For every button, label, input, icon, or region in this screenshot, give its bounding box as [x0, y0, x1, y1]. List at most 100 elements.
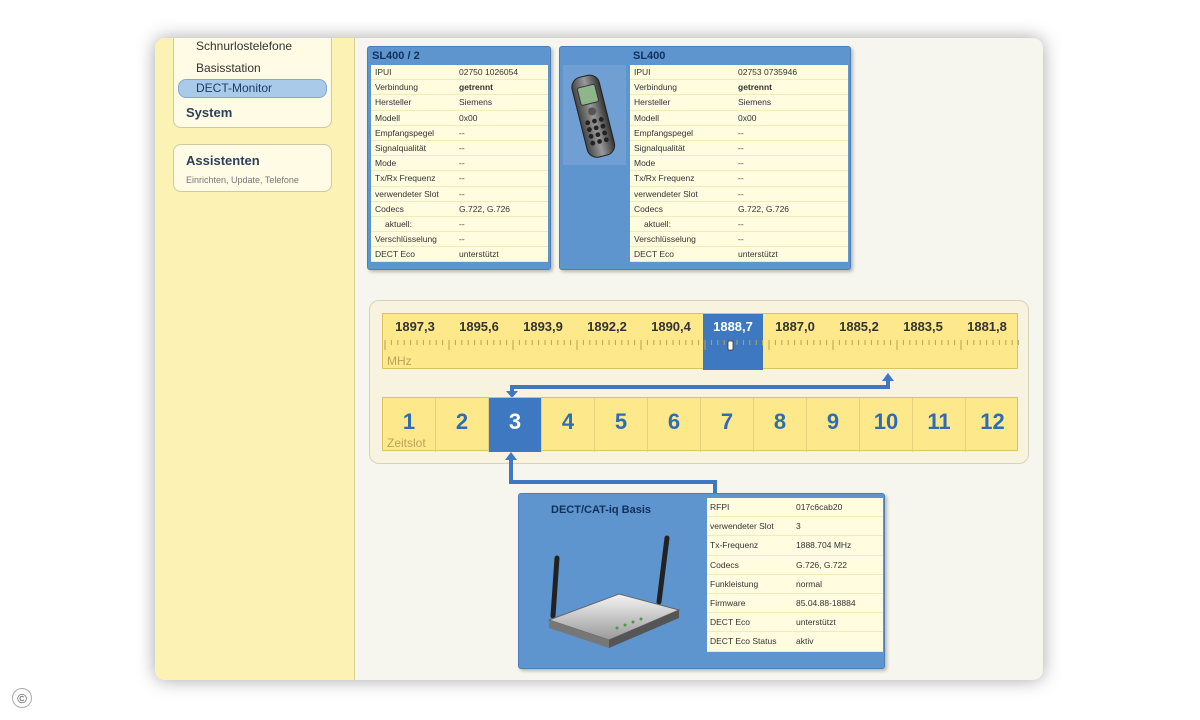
- info-key: Funkleistung: [710, 578, 759, 589]
- info-value: unterstützt: [796, 617, 836, 628]
- handset-title: SL400: [633, 50, 666, 62]
- info-row: Empfangspegel --: [371, 126, 548, 141]
- timeslot-cell: 9: [807, 398, 860, 452]
- handset-info-table: IPUI 02753 0735946 Verbindung getrennt Her…: [630, 65, 848, 263]
- info-key: Signalqualität: [634, 142, 686, 153]
- info-key: DECT Eco Status: [710, 636, 777, 647]
- sidebar-item-system[interactable]: System: [186, 105, 232, 120]
- dect-monitor-panel: 1897,3 1895,6 1893,9 1892,2 1890,4 1888,…: [369, 300, 1029, 464]
- info-value: 0x00: [459, 112, 478, 123]
- info-row: Mode --: [371, 156, 548, 172]
- info-row: Modell 0x00: [371, 111, 548, 126]
- info-value: G.722, G.726: [738, 203, 790, 214]
- handset-image: [563, 65, 626, 165]
- arrow-up-icon: [505, 452, 517, 460]
- info-key: aktuell:: [385, 218, 412, 229]
- info-value: getrennt: [738, 82, 772, 93]
- info-row: Empfangspegel --: [630, 126, 848, 141]
- assistants-box[interactable]: Assistenten Einrichten, Update, Telefone: [173, 144, 332, 192]
- info-value: G.722, G.726: [459, 203, 511, 214]
- router-icon: [547, 535, 681, 648]
- sidebar-item-dect-monitor[interactable]: DECT-Monitor: [178, 79, 327, 98]
- info-row: DECT Eco unterstützt: [707, 613, 883, 633]
- info-key: Verbindung: [634, 82, 678, 93]
- info-row: Hersteller Siemens: [630, 95, 848, 111]
- handset-info-table: IPUI 02750 1026054 Verbindung getrennt Her…: [371, 65, 548, 263]
- info-row: DECT Eco Status aktiv: [707, 632, 883, 652]
- info-row: Verschlüsselung --: [371, 232, 548, 248]
- info-key: IPUI: [634, 67, 651, 77]
- info-key: RFPI: [710, 502, 730, 512]
- info-row: Modell 0x00: [630, 111, 848, 126]
- info-key: Codecs: [375, 203, 404, 214]
- app-window: Schnurlostelefone Basisstation DECT-Moni…: [155, 38, 1043, 680]
- info-value: --: [459, 158, 465, 169]
- info-key: Verschlüsselung: [634, 234, 696, 245]
- info-key: aktuell:: [644, 218, 671, 229]
- info-key: Empfangspegel: [375, 127, 435, 138]
- timeslot-cell: 7: [701, 398, 754, 452]
- info-value: Siemens: [738, 97, 772, 108]
- info-row: Tx-Frequenz 1888.704 MHz: [707, 536, 883, 556]
- info-row: Hersteller Siemens: [371, 95, 548, 111]
- info-row: Verbindung getrennt: [630, 80, 848, 96]
- info-key: Firmware: [710, 597, 746, 608]
- base-station-panel: DECT/CAT-iq Basis RFPI 017c6cab20 verwen…: [518, 493, 885, 669]
- handset-panel-sl400-2: SL400 / 2 IPUI 02750 1026054 Verbindung ge…: [367, 46, 551, 270]
- assistants-title[interactable]: Assistenten: [186, 153, 260, 168]
- sidebar-item-schnurlostelefone[interactable]: Schnurlostelefone: [196, 39, 292, 53]
- info-row: verwendeter Slot --: [630, 187, 848, 202]
- info-row: Mode --: [630, 156, 848, 172]
- info-key: Tx/Rx Frequenz: [634, 173, 695, 184]
- info-key: Modell: [634, 112, 660, 123]
- info-value: --: [459, 127, 465, 138]
- info-key: Tx-Frequenz: [710, 540, 759, 551]
- info-value: --: [459, 218, 465, 229]
- info-key: DECT Eco: [375, 249, 415, 260]
- info-row: IPUI 02753 0735946: [630, 65, 848, 81]
- handset-panel-sl400: SL400 IPUI 02753 0735946 Verbindung getren…: [559, 46, 851, 270]
- info-row: Funkleistung normal: [707, 575, 883, 594]
- info-value: --: [738, 158, 744, 169]
- timeslot-cell: 8: [754, 398, 807, 452]
- info-row: Signalqualität --: [371, 141, 548, 157]
- info-row: DECT Eco unterstützt: [371, 247, 548, 263]
- info-value: --: [459, 142, 465, 153]
- timeslot-cell: 10: [860, 398, 913, 452]
- info-key: Signalqualität: [375, 142, 427, 153]
- info-value: --: [738, 127, 744, 138]
- base-station-title: DECT/CAT-iq Basis: [551, 504, 652, 516]
- info-key: IPUI: [375, 67, 392, 77]
- info-key: verwendeter Slot: [710, 521, 774, 532]
- timeslot-cell: 4: [542, 398, 595, 452]
- sidebar: Schnurlostelefone Basisstation DECT-Moni…: [155, 38, 355, 680]
- info-value: 0x00: [738, 112, 757, 123]
- slot-base-connector: [505, 452, 717, 494]
- copyright-icon: ©: [12, 688, 32, 708]
- info-key: Hersteller: [634, 97, 671, 108]
- info-row: Tx/Rx Frequenz --: [630, 171, 848, 187]
- info-key: Codecs: [710, 559, 739, 570]
- info-value: 3: [796, 521, 801, 532]
- info-row: Codecs G.722, G.726: [630, 202, 848, 217]
- sidebar-item-basisstation[interactable]: Basisstation: [196, 61, 261, 75]
- info-value: --: [738, 234, 744, 245]
- info-key: verwendeter Slot: [375, 188, 439, 199]
- info-row: RFPI 017c6cab20: [707, 498, 883, 518]
- info-row: DECT Eco unterstützt: [630, 247, 848, 263]
- info-row: Signalqualität --: [630, 141, 848, 157]
- info-key: Mode: [375, 158, 397, 169]
- info-row: IPUI 02750 1026054: [371, 65, 548, 81]
- timeslot-cell: 2: [436, 398, 489, 452]
- info-row: Codecs G.722, G.726: [371, 202, 548, 217]
- info-key: Tx/Rx Frequenz: [375, 173, 436, 184]
- info-value: --: [459, 188, 465, 199]
- timeslot-row: 1 2 3 4 5 6 7 8 9 10 11 12 Zeitslot: [382, 397, 1018, 452]
- info-value: 02753 0735946: [738, 67, 798, 77]
- timeslot-cell: 11: [913, 398, 966, 452]
- info-key: verwendeter Slot: [634, 188, 698, 199]
- info-value: --: [738, 173, 744, 184]
- info-key: Verschlüsselung: [375, 234, 437, 245]
- timeslot-cell: 12: [980, 409, 1005, 434]
- info-value: unterstützt: [459, 249, 499, 260]
